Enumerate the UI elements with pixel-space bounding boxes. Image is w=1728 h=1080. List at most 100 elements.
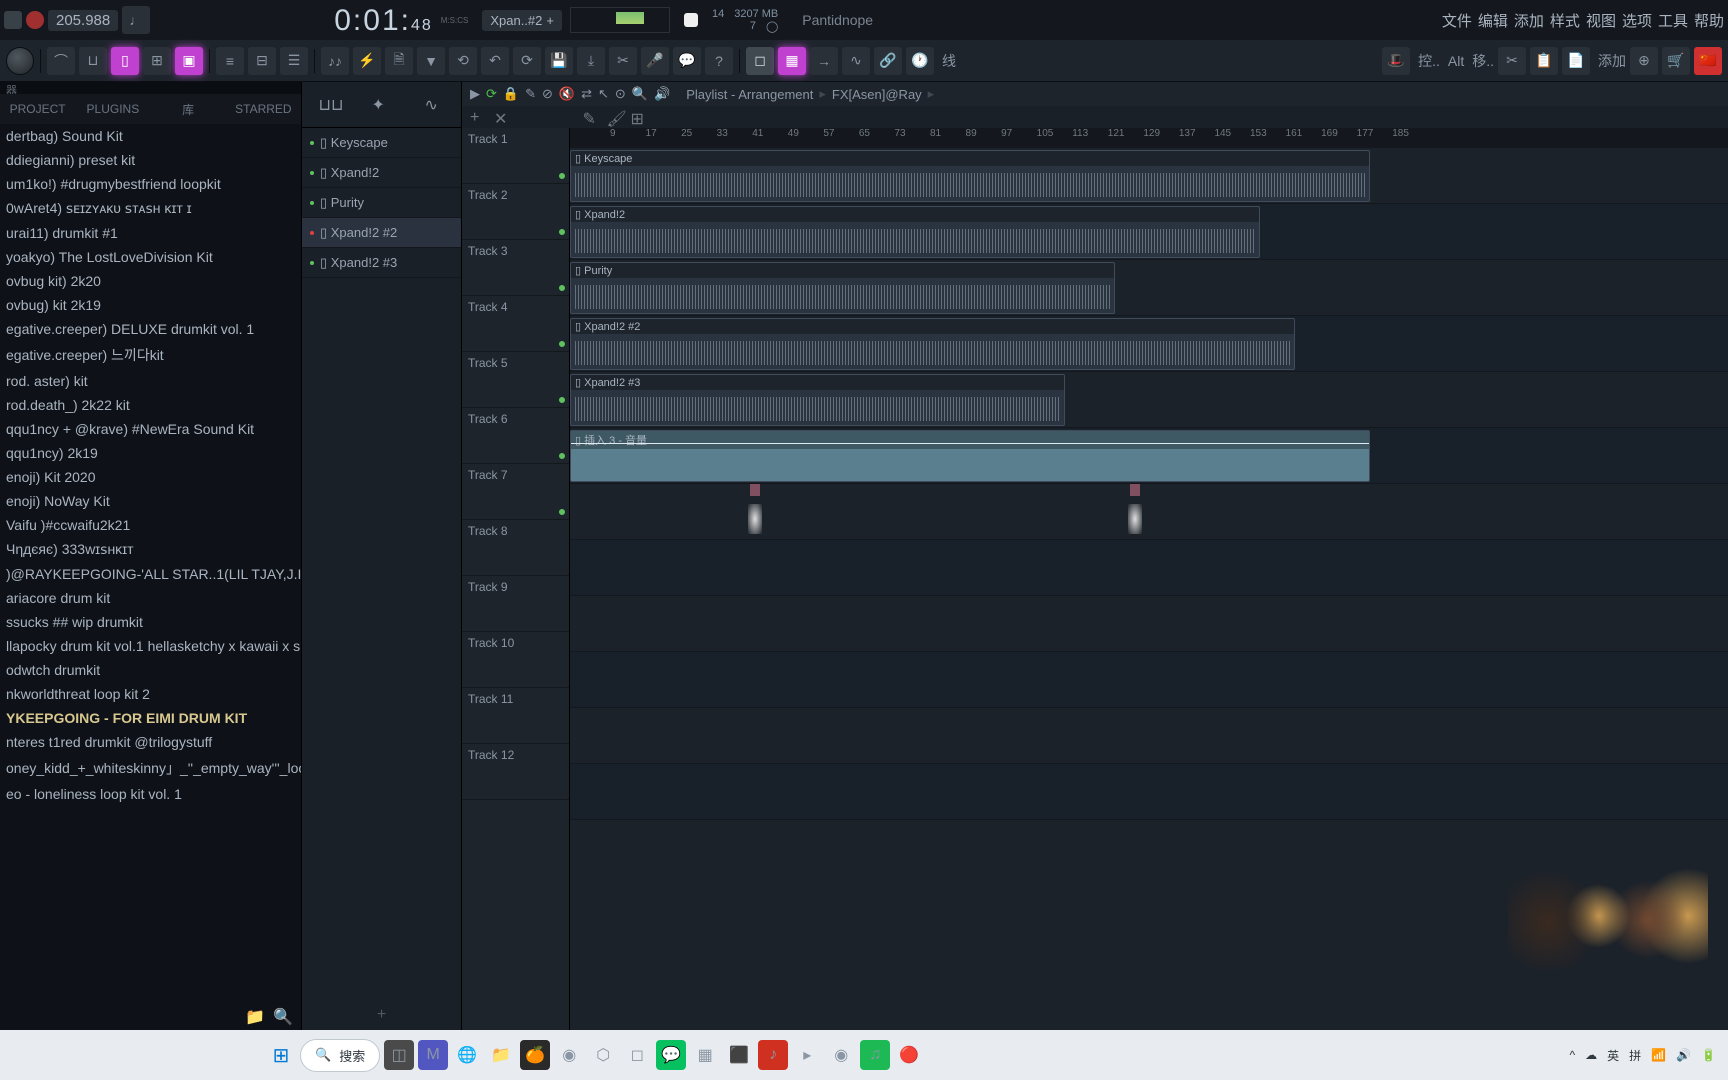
loop-record-button[interactable]: ▣ [175, 47, 203, 75]
track-row[interactable] [570, 652, 1728, 708]
browser-tab-library[interactable]: 库 [151, 94, 226, 124]
playlist-sync-icon[interactable]: ⟳ [486, 86, 497, 102]
playlist-grid[interactable]: 9172533414957657381899710511312112913714… [570, 128, 1728, 1030]
playlist-brush-icon[interactable]: ✎ [525, 86, 536, 102]
track-row[interactable] [570, 764, 1728, 820]
app-2-icon[interactable]: ⬡ [588, 1040, 618, 1070]
link-tool-icon[interactable]: ∿ [425, 95, 445, 115]
browser-item[interactable]: enoji) Kit 2020 [0, 465, 301, 489]
netease-icon[interactable]: ♪ [758, 1040, 788, 1070]
app-7-icon[interactable]: ◉ [826, 1040, 856, 1070]
add-label[interactable]: 添加 [1598, 51, 1626, 71]
browser-item[interactable]: enoji) NoWay Kit [0, 489, 301, 513]
pl-pianoroll-icon[interactable]: ⊞ [631, 109, 647, 125]
browser-item[interactable]: llapocky drum kit vol.1 hellasketchy x k… [0, 634, 301, 658]
pl-close-icon[interactable]: ✕ [494, 109, 510, 125]
step-icon[interactable]: ⊔⊔ [319, 95, 339, 115]
browser-item[interactable]: ariacore drum kit [0, 586, 301, 610]
browser-item[interactable]: nkworldthreat loop kit 2 [0, 682, 301, 706]
pl-paint-icon[interactable]: 🖌 [607, 109, 623, 125]
folder-icon[interactable]: 📁 [245, 1007, 265, 1027]
tray-lang[interactable]: 英 [1607, 1047, 1619, 1064]
scissors-icon[interactable]: ✂ [1498, 47, 1526, 75]
app-3-icon[interactable]: ◻ [622, 1040, 652, 1070]
snap-mode-icon[interactable]: ⊔ [79, 47, 107, 75]
track-header[interactable]: Track 2 [462, 184, 569, 240]
browser-tab-project[interactable]: PROJECT [0, 94, 75, 124]
menu-options[interactable]: 选项 [1622, 10, 1652, 31]
view-pianoroll-button[interactable]: ⊟ [248, 47, 276, 75]
view-channelrack-button[interactable]: ☰ [280, 47, 308, 75]
ctrl-label[interactable]: 控.. [1418, 51, 1440, 71]
menu-edit[interactable]: 编辑 [1478, 10, 1508, 31]
track-header[interactable]: Track 12 [462, 744, 569, 800]
browser-item[interactable]: um1ko!) #drugmybestfriend loopkit [0, 172, 301, 196]
browser-tab-starred[interactable]: STARRED [226, 94, 301, 124]
spotify-icon[interactable]: ♫ [860, 1040, 890, 1070]
system-tray[interactable]: ^ ☁ 英 拼 📶 🔊 🔋 [1569, 1047, 1716, 1064]
menu-patterns[interactable]: 样式 [1550, 10, 1580, 31]
tray-arrow-icon[interactable]: ^ [1569, 1048, 1575, 1062]
track-header[interactable]: Track 4 [462, 296, 569, 352]
wechat-icon[interactable]: 💬 [656, 1040, 686, 1070]
browser-item[interactable]: egative.creeper) DELUXE drumkit vol. 1 [0, 317, 301, 341]
alt-label[interactable]: Alt [1448, 53, 1464, 69]
channel-item[interactable]: ▯ Keyscape [302, 128, 461, 158]
playlist-arrangement-name[interactable]: FX[Asen]@Ray [832, 87, 922, 102]
browser-item[interactable]: ddiegianni) preset kit [0, 148, 301, 172]
browser-item[interactable]: qqu1ncy) 2k19 [0, 441, 301, 465]
track-row[interactable] [570, 484, 1728, 540]
track-header[interactable]: Track 1 [462, 128, 569, 184]
automation-icon[interactable]: ∿ [842, 47, 870, 75]
playlist-mute-icon[interactable]: 🔇 [559, 86, 575, 102]
paste-icon[interactable]: 📄 [1562, 47, 1590, 75]
playlist-precise-icon[interactable]: ⊙ [615, 86, 626, 102]
taskbar-search[interactable]: 🔍 搜索 [300, 1039, 380, 1072]
graph-icon[interactable]: ✦ [372, 95, 392, 115]
explorer-icon[interactable]: 📁 [486, 1040, 516, 1070]
channel-add-button[interactable]: + [302, 1000, 461, 1030]
arrow-icon[interactable]: → [810, 47, 838, 75]
menu-help[interactable]: 帮助 [1694, 10, 1724, 31]
track-row[interactable] [570, 540, 1728, 596]
center-icon[interactable]: ⊕ [1630, 47, 1658, 75]
browser-list[interactable]: dertbag) Sound Kitddiegianni) preset kit… [0, 124, 301, 1004]
redo-icon[interactable]: ⟳ [513, 47, 541, 75]
playlist-clip[interactable]: ▯ Xpand!2 #2 [570, 318, 1295, 370]
metronome-icon[interactable]: ♩ [122, 6, 150, 34]
song-mode-button[interactable]: ⊞ [143, 47, 171, 75]
view-playlist-button[interactable]: ≡ [216, 47, 244, 75]
app-8-icon[interactable]: 🔴 [894, 1040, 924, 1070]
browser-item[interactable]: nteres t1red drumkit @trilogystuff [0, 730, 301, 754]
playlist-clip[interactable]: ▯ Purity [570, 262, 1115, 314]
save-button[interactable]: 💾 [545, 47, 573, 75]
track-header[interactable]: Track 3 [462, 240, 569, 296]
browser-item[interactable]: qqu1ncy + @krave) #NewEra Sound Kit [0, 417, 301, 441]
browser-item[interactable]: ssucks ## wip drumkit [0, 610, 301, 634]
playlist-clip[interactable]: ▯ Xpand!2 #3 [570, 374, 1065, 426]
pattern-selector[interactable]: Xpan..#2 + [482, 10, 562, 31]
mixer-button[interactable]: ♪♪ [321, 47, 349, 75]
app-1-icon[interactable]: M [418, 1040, 448, 1070]
tray-wifi-icon[interactable]: 📶 [1651, 1048, 1666, 1062]
app-5-icon[interactable]: ⬛ [724, 1040, 754, 1070]
menu-add[interactable]: 添加 [1514, 10, 1544, 31]
channel-item[interactable]: ▯ Purity [302, 188, 461, 218]
browser-item[interactable]: oney_kidd_+_whiteskinny」_''_empty_way'''… [0, 754, 301, 782]
link-icon[interactable]: 🔗 [874, 47, 902, 75]
tray-volume-icon[interactable]: 🔊 [1676, 1048, 1691, 1062]
undo-icon[interactable]: ↶ [481, 47, 509, 75]
track-row[interactable] [570, 708, 1728, 764]
track-header[interactable]: Track 8 [462, 520, 569, 576]
app-4-icon[interactable]: ▦ [690, 1040, 720, 1070]
browser-item[interactable]: yoakyo) The LostLoveDivision Kit [0, 245, 301, 269]
playlist-swap-icon[interactable]: ⇄ [581, 86, 592, 102]
playlist-disable-icon[interactable]: ⊘ [542, 86, 553, 102]
view-browser-button[interactable]: ◻ [746, 47, 774, 75]
comment-icon[interactable]: 💬 [673, 47, 701, 75]
search-icon[interactable]: 🔍 [273, 1007, 293, 1027]
playlist-clip[interactable]: ▯ Keyscape [570, 150, 1370, 202]
flag-cn-icon[interactable]: 🇨🇳 [1694, 47, 1722, 75]
record-button[interactable] [26, 11, 44, 29]
browser-item[interactable]: YKEEPGOING - FOR EIMI DRUM KIT [0, 706, 301, 730]
